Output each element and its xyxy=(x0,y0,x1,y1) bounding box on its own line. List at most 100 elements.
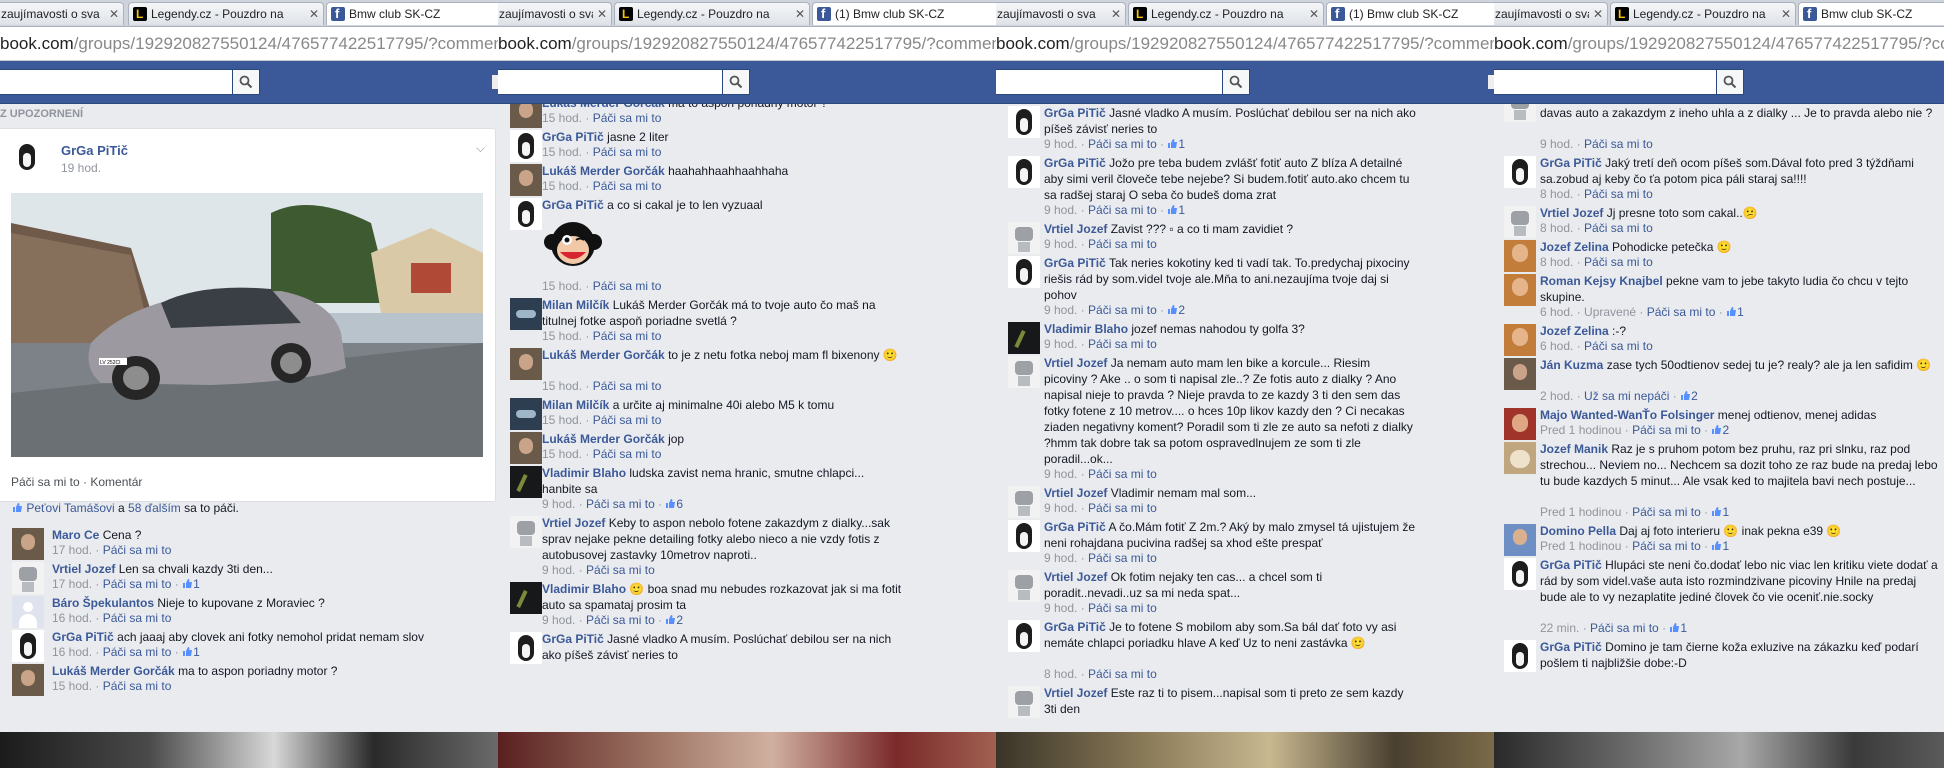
post-photo[interactable]: LV 252CI xyxy=(11,193,483,457)
commenter-avatar[interactable] xyxy=(1504,156,1536,188)
like-link[interactable]: Páči sa mi to xyxy=(1584,137,1653,151)
like-link[interactable]: Páči sa mi to xyxy=(1088,203,1157,217)
commenter-name[interactable]: Lukáš Merder Gorčák xyxy=(542,164,665,178)
like-count[interactable]: 2 xyxy=(1178,303,1185,317)
commenter-name[interactable]: GrGa PiTič xyxy=(1540,558,1602,572)
comment-time[interactable]: 15 hod. xyxy=(542,379,582,393)
commenter-avatar[interactable] xyxy=(510,516,542,548)
like-link[interactable]: Páči sa mi to xyxy=(103,679,172,693)
like-count[interactable]: 1 xyxy=(1178,203,1185,217)
close-icon[interactable]: ✕ xyxy=(1111,3,1121,25)
like-link[interactable]: Páči sa mi to xyxy=(1632,423,1701,437)
comment-time[interactable]: 9 hod. xyxy=(1540,137,1573,151)
like-link[interactable]: Páči sa mi to xyxy=(1584,255,1653,269)
address-bar[interactable]: book.com/groups/192920827550124/47657742… xyxy=(0,27,498,61)
commenter-name[interactable]: GrGa PiTič xyxy=(1044,256,1106,270)
like-link[interactable]: Páči sa mi to xyxy=(1088,667,1157,681)
like-count[interactable]: 1 xyxy=(1722,505,1729,519)
like-link[interactable]: Páči sa mi to xyxy=(593,447,662,461)
comment-time[interactable]: 17 hod. xyxy=(52,543,92,557)
like-count[interactable]: 1 xyxy=(193,645,200,659)
commenter-name[interactable]: Báro Špekulantos xyxy=(52,596,154,610)
commenter-avatar[interactable] xyxy=(1504,274,1536,306)
comment-time[interactable]: 22 min. xyxy=(1540,621,1579,635)
commenter-avatar[interactable] xyxy=(12,630,44,662)
comment-time[interactable]: 15 hod. xyxy=(542,413,582,427)
commenter-name[interactable]: GrGa PiTič xyxy=(1540,640,1602,654)
commenter-avatar[interactable] xyxy=(1008,256,1040,288)
commenter-name[interactable]: GrGa PiTič xyxy=(1044,156,1106,170)
like-count[interactable]: 1 xyxy=(1680,621,1687,635)
tab-zaujimavosti[interactable]: zaujímavosti o sva ✕ xyxy=(498,2,612,25)
commenter-name[interactable]: Vladimir Blaho xyxy=(542,466,626,480)
comment-time[interactable]: 15 hod. xyxy=(542,447,582,461)
commenter-name[interactable]: Vladimir Blaho xyxy=(542,582,626,596)
like-link[interactable]: Páči sa mi to xyxy=(1088,467,1157,481)
search-input[interactable] xyxy=(0,69,234,95)
like-link[interactable]: Páči sa mi to xyxy=(103,577,172,591)
commenter-name[interactable]: GrGa PiTič xyxy=(1540,156,1602,170)
comment-time[interactable]: 9 hod. xyxy=(1044,303,1077,317)
like-link[interactable]: Páči sa mi to xyxy=(1088,501,1157,515)
like-count[interactable]: 1 xyxy=(1737,305,1744,319)
comment-time[interactable]: 9 hod. xyxy=(1044,237,1077,251)
close-icon[interactable]: ✕ xyxy=(1593,3,1603,25)
like-link[interactable]: Páči sa mi to xyxy=(1647,305,1716,319)
like-link[interactable]: Páči sa mi to xyxy=(1590,621,1659,635)
commenter-name[interactable]: Milan Milčík xyxy=(542,298,609,312)
commenter-avatar[interactable] xyxy=(12,562,44,594)
comment-time[interactable]: 9 hod. xyxy=(542,497,575,511)
commenter-avatar[interactable] xyxy=(1504,240,1536,272)
like-link[interactable]: Páči sa mi to xyxy=(586,497,655,511)
comment-time[interactable]: 6 hod. xyxy=(1540,339,1573,353)
like-link[interactable]: Páči sa mi to xyxy=(1584,187,1653,201)
comment-time[interactable]: 9 hod. xyxy=(1044,551,1077,565)
like-link[interactable]: Páči sa mi to xyxy=(586,613,655,627)
comment-time[interactable]: Pred 1 hodinou xyxy=(1540,539,1621,553)
commenter-name[interactable]: Majo Wanted-WanŤo Folsinger xyxy=(1540,408,1714,422)
like-count[interactable]: 2 xyxy=(676,613,683,627)
edited-label[interactable]: Upravené xyxy=(1584,305,1636,319)
tab-legendy[interactable]: Legendy.cz - Pouzdro na ✕ xyxy=(1610,2,1796,25)
commenter-name[interactable]: Vrtiel Jozef xyxy=(1044,222,1107,236)
commenter-name[interactable]: Vrtiel Jozef xyxy=(1044,686,1107,700)
commenter-avatar[interactable] xyxy=(510,348,542,380)
like-link[interactable]: Páči sa mi to xyxy=(593,145,662,159)
likes-count[interactable]: 58 ďalším xyxy=(128,501,181,515)
commenter-avatar[interactable] xyxy=(1008,356,1040,388)
like-link[interactable]: Páči sa mi to xyxy=(1632,505,1701,519)
comment-time[interactable]: 15 hod. xyxy=(542,111,582,125)
commenter-avatar[interactable] xyxy=(1008,570,1040,602)
commenter-avatar[interactable] xyxy=(510,104,542,128)
commenter-avatar[interactable] xyxy=(1504,358,1536,390)
like-link[interactable]: Páči sa mi to xyxy=(1584,339,1653,353)
tab-bmw-club[interactable]: Bmw club SK-CZ xyxy=(1798,2,1944,25)
commenter-avatar[interactable] xyxy=(1504,524,1536,556)
commenter-avatar[interactable] xyxy=(1008,156,1040,188)
commenter-name[interactable]: Vrtiel Jozef xyxy=(542,516,605,530)
tab-zaujimavosti[interactable]: zaujímavosti o sva ✕ xyxy=(1494,2,1608,25)
like-link[interactable]: Páči sa mi to xyxy=(1088,337,1157,351)
like-link[interactable]: Páči sa mi to xyxy=(103,611,172,625)
comment-time[interactable]: 15 hod. xyxy=(542,329,582,343)
commenter-name[interactable]: Vrtiel Jozef xyxy=(52,562,115,576)
like-count[interactable]: 2 xyxy=(1691,389,1698,403)
commenter-name[interactable]: GrGa PiTič xyxy=(1044,620,1106,634)
commenter-avatar[interactable] xyxy=(1008,322,1040,354)
search-button[interactable] xyxy=(722,69,750,95)
close-icon[interactable]: ✕ xyxy=(1781,3,1791,25)
commenter-avatar[interactable] xyxy=(12,596,44,628)
like-link[interactable]: Páči sa mi to xyxy=(1632,539,1701,553)
commenter-avatar[interactable] xyxy=(510,398,542,430)
like-count[interactable]: 1 xyxy=(193,577,200,591)
comment-time[interactable]: 15 hod. xyxy=(52,679,92,693)
like-count[interactable]: 6 xyxy=(676,497,683,511)
commenter-name[interactable]: Roman Kejsy Knajbel xyxy=(1540,274,1663,288)
comment-time[interactable]: 8 hod. xyxy=(1540,187,1573,201)
address-bar[interactable]: book.com/groups/192920827550124/47657742… xyxy=(498,27,996,61)
tab-legendy[interactable]: Legendy.cz - Pouzdro na ✕ xyxy=(614,2,810,25)
comment-time[interactable]: 16 hod. xyxy=(52,645,92,659)
commenter-avatar[interactable] xyxy=(1504,104,1536,122)
search-button[interactable] xyxy=(1716,69,1744,95)
commenter-name[interactable]: Lukáš Merder Gorčák xyxy=(542,432,665,446)
